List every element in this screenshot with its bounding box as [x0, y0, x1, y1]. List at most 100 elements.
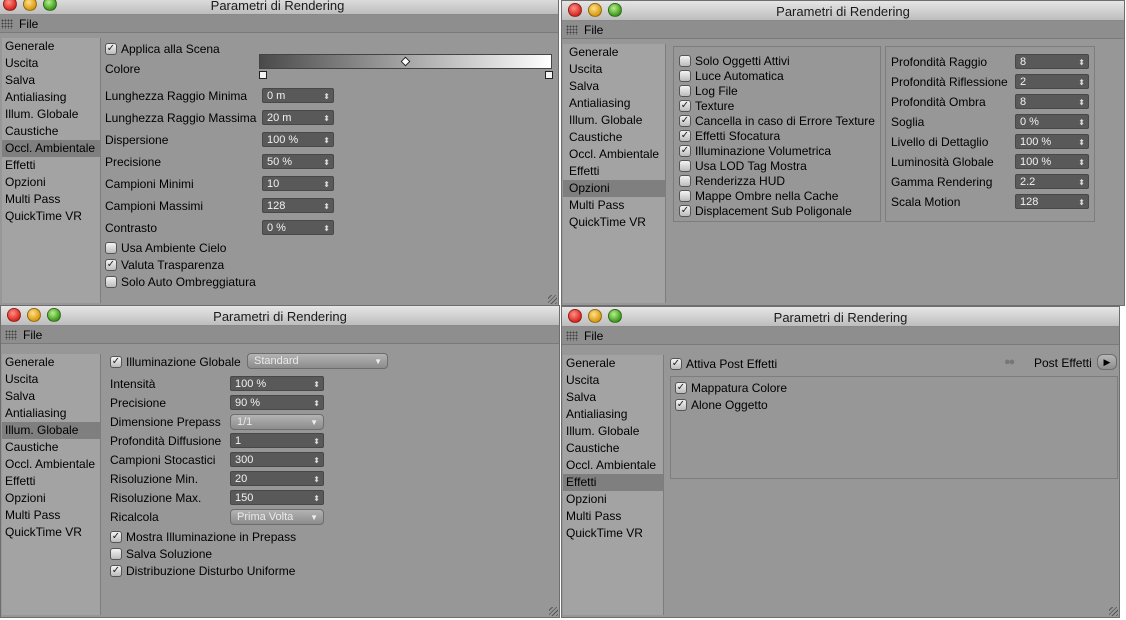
profondita-raggio-field[interactable]: 8 ⬍ — [1015, 54, 1089, 69]
displacement-sub-poligonale-checkbox[interactable]: ✓ Displacement Sub Poligonale — [679, 203, 852, 219]
spinner-icon[interactable]: ⬍ — [1078, 115, 1085, 130]
sidebar-item-opzioni[interactable]: Opzioni — [2, 490, 100, 507]
salva-soluzione-checkbox[interactable]: Salva Soluzione — [110, 546, 212, 562]
mappe-ombre-cache-checkbox[interactable]: Mappe Ombre nella Cache — [679, 188, 838, 204]
applica-scena-checkbox[interactable]: ✓ Applica alla Scena — [105, 41, 220, 57]
sidebar-item-salva[interactable]: Salva — [2, 72, 100, 89]
spinner-icon[interactable]: ⬍ — [323, 111, 330, 126]
luce-automatica-checkbox[interactable]: Luce Automatica — [679, 68, 784, 84]
sidebar-item-illum-globale[interactable]: Illum. Globale — [563, 112, 665, 129]
post-effetti-menu-button[interactable]: ▶ — [1097, 354, 1117, 370]
resize-grip-icon[interactable] — [1109, 607, 1118, 616]
illuminazione-globale-checkbox[interactable]: ✓ Illuminazione Globale — [110, 354, 241, 370]
valuta-trasparenza-checkbox[interactable]: ✓ Valuta Trasparenza — [105, 257, 224, 273]
sidebar-item-antialiasing[interactable]: Antialiasing — [2, 405, 100, 422]
ricalcola-dropdown[interactable]: Prima Volta ▼ — [230, 509, 324, 525]
sidebar-item-generale[interactable]: Generale — [563, 44, 665, 61]
sidebar-item-antialiasing[interactable]: Antialiasing — [563, 95, 665, 112]
gradient-knot-icon[interactable] — [259, 71, 267, 79]
mostra-illuminazione-prepass-checkbox[interactable]: ✓ Mostra Illuminazione in Prepass — [110, 529, 296, 545]
profondita-diffusione-field[interactable]: 1 ⬍ — [230, 433, 324, 448]
luminosita-globale-field[interactable]: 100 % ⬍ — [1015, 154, 1089, 169]
spinner-icon[interactable]: ⬍ — [1078, 55, 1085, 70]
sidebar-item-multi-pass[interactable]: Multi Pass — [563, 197, 665, 214]
menu-file[interactable]: File — [23, 328, 42, 342]
precisione-field[interactable]: 90 % ⬍ — [230, 395, 324, 410]
profondita-riflessione-field[interactable]: 2 ⬍ — [1015, 74, 1089, 89]
renderizza-hud-checkbox[interactable]: Renderizza HUD — [679, 173, 785, 189]
solo-oggetti-attivi-checkbox[interactable]: Solo Oggetti Attivi — [679, 53, 790, 69]
sidebar-item-uscita[interactable]: Uscita — [2, 371, 100, 388]
sidebar-item-uscita[interactable]: Uscita — [2, 55, 100, 72]
precisione-field[interactable]: 50 % ⬍ — [262, 154, 334, 169]
sidebar-item-occl-ambientale[interactable]: Occl. Ambientale — [563, 146, 665, 163]
sidebar-item-salva[interactable]: Salva — [563, 389, 663, 406]
sidebar-item-multi-pass[interactable]: Multi Pass — [2, 507, 100, 524]
dimensione-prepass-dropdown[interactable]: 1/1 ▼ — [230, 414, 324, 430]
spinner-icon[interactable]: ⬍ — [323, 177, 330, 192]
lunghezza-min-field[interactable]: 0 m ⬍ — [262, 88, 334, 103]
sidebar-item-antialiasing[interactable]: Antialiasing — [563, 406, 663, 423]
sidebar-item-antialiasing[interactable]: Antialiasing — [2, 89, 100, 106]
sidebar-item-generale[interactable]: Generale — [563, 355, 663, 372]
sidebar-item-occl-ambientale[interactable]: Occl. Ambientale — [2, 456, 100, 473]
sidebar-item-effetti[interactable]: Effetti — [563, 474, 663, 491]
sidebar-item-occl-ambientale[interactable]: Occl. Ambientale — [563, 457, 663, 474]
usa-lod-tag-checkbox[interactable]: Usa LOD Tag Mostra — [679, 158, 807, 174]
sidebar-item-salva[interactable]: Salva — [2, 388, 100, 405]
spinner-icon[interactable]: ⬍ — [1078, 175, 1085, 190]
risoluzione-max-field[interactable]: 150 ⬍ — [230, 490, 324, 505]
gradient-knot-icon[interactable] — [545, 71, 553, 79]
livello-dettaglio-field[interactable]: 100 % ⬍ — [1015, 134, 1089, 149]
campioni-stocastici-field[interactable]: 300 ⬍ — [230, 452, 324, 467]
menu-file[interactable]: File — [584, 23, 603, 37]
sidebar-item-illum-globale[interactable]: Illum. Globale — [2, 106, 100, 123]
lunghezza-max-field[interactable]: 20 m ⬍ — [262, 110, 334, 125]
sidebar-item-multi-pass[interactable]: Multi Pass — [2, 191, 100, 208]
sidebar-item-illum-globale[interactable]: Illum. Globale — [563, 423, 663, 440]
spinner-icon[interactable]: ⬍ — [1078, 95, 1085, 110]
solo-auto-ombreggiatura-checkbox[interactable]: Solo Auto Ombreggiatura — [105, 274, 256, 290]
log-file-checkbox[interactable]: Log File — [679, 83, 738, 99]
spinner-icon[interactable]: ⬍ — [313, 434, 320, 449]
risoluzione-min-field[interactable]: 20 ⬍ — [230, 471, 324, 486]
spinner-icon[interactable]: ⬍ — [323, 155, 330, 170]
resize-grip-icon[interactable] — [548, 295, 557, 304]
spinner-icon[interactable]: ⬍ — [1078, 135, 1085, 150]
spinner-icon[interactable]: ⬍ — [323, 133, 330, 148]
effetti-sfocatura-checkbox[interactable]: ✓ Effetti Sfocatura — [679, 128, 780, 144]
contrasto-field[interactable]: 0 % ⬍ — [262, 220, 334, 235]
sidebar-item-uscita[interactable]: Uscita — [563, 61, 665, 78]
spinner-icon[interactable]: ⬍ — [313, 453, 320, 468]
sidebar-item-effetti[interactable]: Effetti — [563, 163, 665, 180]
sidebar-item-effetti[interactable]: Effetti — [2, 157, 100, 174]
resize-grip-icon[interactable] — [549, 607, 558, 616]
spinner-icon[interactable]: ⬍ — [313, 377, 320, 392]
sidebar-item-caustiche[interactable]: Caustiche — [2, 439, 100, 456]
spinner-icon[interactable]: ⬍ — [1078, 155, 1085, 170]
sidebar-item-quicktime-vr[interactable]: QuickTime VR — [563, 214, 665, 231]
texture-checkbox[interactable]: ✓ Texture — [679, 98, 734, 114]
menu-file[interactable]: File — [584, 329, 603, 343]
sidebar-item-quicktime-vr[interactable]: QuickTime VR — [563, 525, 663, 542]
sidebar-item-caustiche[interactable]: Caustiche — [563, 440, 663, 457]
intensita-field[interactable]: 100 % ⬍ — [230, 376, 324, 391]
sidebar-item-quicktime-vr[interactable]: QuickTime VR — [2, 524, 100, 541]
sidebar-item-quicktime-vr[interactable]: QuickTime VR — [2, 208, 100, 225]
sidebar-item-illum-globale[interactable]: Illum. Globale — [2, 422, 100, 439]
sidebar-item-opzioni[interactable]: Opzioni — [2, 174, 100, 191]
profondita-ombra-field[interactable]: 8 ⬍ — [1015, 94, 1089, 109]
scala-motion-field[interactable]: 128 ⬍ — [1015, 194, 1089, 209]
spinner-icon[interactable]: ⬍ — [313, 491, 320, 506]
campioni-min-field[interactable]: 10 ⬍ — [262, 176, 334, 191]
spinner-icon[interactable]: ⬍ — [313, 396, 320, 411]
sidebar-item-multi-pass[interactable]: Multi Pass — [563, 508, 663, 525]
cancella-errore-texture-checkbox[interactable]: ✓ Cancella in caso di Errore Texture — [679, 113, 875, 129]
spinner-icon[interactable]: ⬍ — [1078, 195, 1085, 210]
spinner-icon[interactable]: ⬍ — [323, 89, 330, 104]
spinner-icon[interactable]: ⬍ — [313, 472, 320, 487]
dispersione-field[interactable]: 100 % ⬍ — [262, 132, 334, 147]
usa-ambiente-cielo-checkbox[interactable]: Usa Ambiente Cielo — [105, 240, 226, 256]
sidebar-item-opzioni[interactable]: Opzioni — [563, 180, 665, 197]
campioni-max-field[interactable]: 128 ⬍ — [262, 198, 334, 213]
